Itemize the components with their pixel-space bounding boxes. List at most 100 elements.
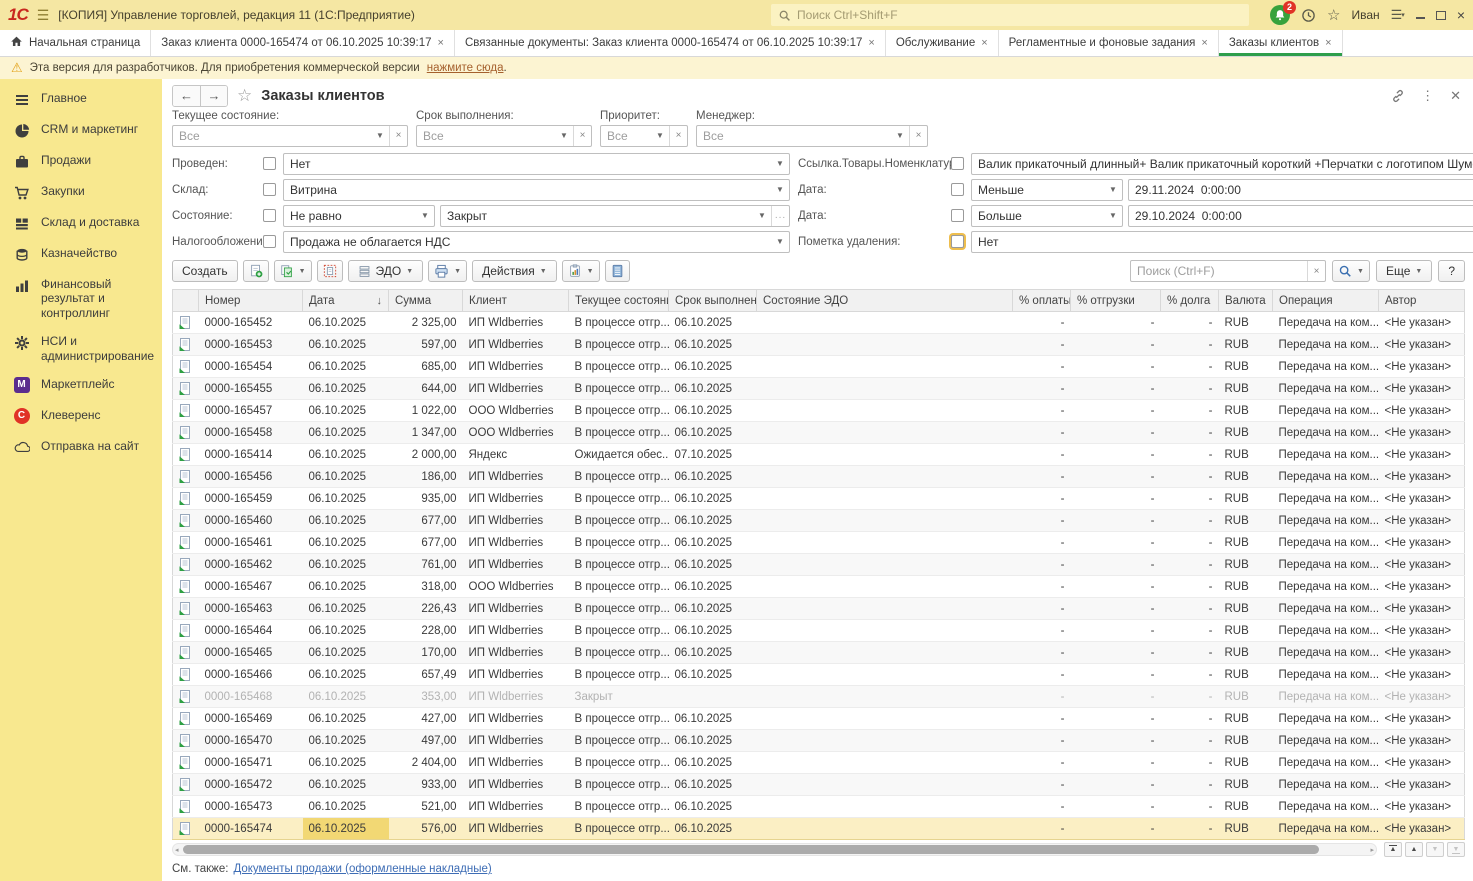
cell-date[interactable]: 06.10.2025 (303, 334, 389, 356)
cell-ship[interactable]: - (1071, 818, 1161, 840)
cell-sum[interactable]: 2 325,00 (389, 312, 463, 334)
cell-debt[interactable]: - (1161, 598, 1219, 620)
cell-ship[interactable]: - (1071, 774, 1161, 796)
cell-due[interactable]: 06.10.2025 (669, 488, 757, 510)
cell-number[interactable]: 0000-165466 (199, 664, 303, 686)
tab-4[interactable]: Регламентные и фоновые задания× (999, 30, 1219, 56)
cell-debt[interactable]: - (1161, 532, 1219, 554)
cell-state[interactable]: В процессе отгр... (569, 554, 669, 576)
column-header-10[interactable]: % долга (1161, 290, 1219, 312)
filter-current-state-field[interactable]: Все ▼ × (172, 125, 408, 147)
table-row[interactable]: 0000-16547106.10.20252 404,00ИП Wldberri… (173, 752, 1465, 774)
cell-date[interactable]: 06.10.2025 (303, 752, 389, 774)
system-menu-icon[interactable]: ☰ (37, 7, 50, 24)
cell-state[interactable]: В процессе отгр... (569, 334, 669, 356)
sidebar-item-cleverence[interactable]: CКлеверенс (0, 401, 162, 432)
cell-edo[interactable] (757, 576, 1013, 598)
cell-due[interactable]: 06.10.2025 (669, 796, 757, 818)
cell-currency[interactable]: RUB (1219, 642, 1273, 664)
filter-due-date-field[interactable]: Все ▼ × (416, 125, 592, 147)
table-row[interactable]: 0000-16541406.10.20252 000,00ЯндексОжида… (173, 444, 1465, 466)
cell-pay[interactable]: - (1013, 752, 1071, 774)
cell-author[interactable]: <Не указан> (1379, 466, 1465, 488)
sidebar-item-gear[interactable]: НСИ и администрирование (0, 327, 162, 370)
cell-debt[interactable]: - (1161, 422, 1219, 444)
chevron-down-icon[interactable]: ▼ (416, 206, 434, 226)
filter-state-op-field[interactable]: Не равно ▼ (283, 205, 435, 227)
cell-state[interactable]: В процессе отгр... (569, 730, 669, 752)
cell-currency[interactable]: RUB (1219, 730, 1273, 752)
cell-debt[interactable]: - (1161, 554, 1219, 576)
cell-state[interactable]: В процессе отгр... (569, 356, 669, 378)
cell-operation[interactable]: Передача на ком... (1273, 510, 1379, 532)
chevron-down-icon[interactable]: ▼ (371, 126, 389, 146)
cell-author[interactable]: <Не указан> (1379, 312, 1465, 334)
cell-author[interactable]: <Не указан> (1379, 356, 1465, 378)
cell-client[interactable]: ИП Wldberries (463, 664, 569, 686)
cell-author[interactable]: <Не указан> (1379, 642, 1465, 664)
cell-due[interactable]: 06.10.2025 (669, 312, 757, 334)
cell-date[interactable]: 06.10.2025 (303, 532, 389, 554)
cell-due[interactable]: 06.10.2025 (669, 818, 757, 840)
cell-edo[interactable] (757, 466, 1013, 488)
cell-pay[interactable]: - (1013, 444, 1071, 466)
cell-pay[interactable]: - (1013, 378, 1071, 400)
cell-due[interactable]: 06.10.2025 (669, 554, 757, 576)
cell-operation[interactable]: Передача на ком... (1273, 422, 1379, 444)
table-row[interactable]: 0000-16546906.10.2025427,00ИП Wldberries… (173, 708, 1465, 730)
cell-client[interactable]: ИП Wldberries (463, 488, 569, 510)
cell-edo[interactable] (757, 752, 1013, 774)
cell-debt[interactable]: - (1161, 356, 1219, 378)
cell-debt[interactable]: - (1161, 642, 1219, 664)
cell-date[interactable]: 06.10.2025 (303, 774, 389, 796)
cell-ship[interactable]: - (1071, 532, 1161, 554)
cell-due[interactable]: 06.10.2025 (669, 510, 757, 532)
cell-operation[interactable]: Передача на ком... (1273, 664, 1379, 686)
cell-currency[interactable]: RUB (1219, 334, 1273, 356)
cell-client[interactable]: ИП Wldberries (463, 466, 569, 488)
cell-author[interactable]: <Не указан> (1379, 796, 1465, 818)
cell-ship[interactable]: - (1071, 598, 1161, 620)
cell-due[interactable]: 06.10.2025 (669, 598, 757, 620)
cell-debt[interactable]: - (1161, 312, 1219, 334)
cell-debt[interactable]: - (1161, 774, 1219, 796)
cell-due[interactable]: 06.10.2025 (669, 378, 757, 400)
cell-operation[interactable]: Передача на ком... (1273, 730, 1379, 752)
close-form-button[interactable]: ✕ (1450, 88, 1461, 104)
close-icon[interactable]: × (438, 37, 444, 49)
cell-client[interactable]: ИП Wldberries (463, 708, 569, 730)
tab-2[interactable]: Связанные документы: Заказ клиента 0000-… (455, 30, 886, 56)
cell-client[interactable]: ООО Wldberries (463, 576, 569, 598)
cell-client[interactable]: ИП Wldberries (463, 532, 569, 554)
help-button[interactable]: ? (1438, 260, 1465, 282)
cell-author[interactable]: <Не указан> (1379, 620, 1465, 642)
row-down-button[interactable]: ▼ (1426, 842, 1444, 857)
cell-operation[interactable]: Передача на ком... (1273, 708, 1379, 730)
cell-ship[interactable]: - (1071, 422, 1161, 444)
cell-edo[interactable] (757, 356, 1013, 378)
cell-debt[interactable]: - (1161, 576, 1219, 598)
cell-currency[interactable]: RUB (1219, 488, 1273, 510)
cell-sum[interactable]: 677,00 (389, 532, 463, 554)
cell-due[interactable]: 06.10.2025 (669, 334, 757, 356)
cell-due[interactable]: 06.10.2025 (669, 774, 757, 796)
cell-due[interactable]: 06.10.2025 (669, 642, 757, 664)
table-row[interactable]: 0000-16547306.10.2025521,00ИП Wldberries… (173, 796, 1465, 818)
chevron-down-icon[interactable]: ▼ (771, 154, 789, 174)
cell-edo[interactable] (757, 774, 1013, 796)
cell-number[interactable]: 0000-165453 (199, 334, 303, 356)
cell-pay[interactable]: - (1013, 488, 1071, 510)
cell-pay[interactable]: - (1013, 598, 1071, 620)
more-button[interactable]: Еще ▼ (1376, 260, 1432, 282)
cell-date[interactable]: 06.10.2025 (303, 444, 389, 466)
cell-date[interactable]: 06.10.2025 (303, 620, 389, 642)
chevron-down-icon[interactable]: ▼ (891, 126, 909, 146)
cell-number[interactable]: 0000-165458 (199, 422, 303, 444)
filter-date-greater-op-field[interactable]: Больше ▼ (971, 205, 1123, 227)
cell-edo[interactable] (757, 620, 1013, 642)
cell-author[interactable]: <Не указан> (1379, 554, 1465, 576)
cell-currency[interactable]: RUB (1219, 510, 1273, 532)
cell-author[interactable]: <Не указан> (1379, 686, 1465, 708)
cell-date[interactable]: 06.10.2025 (303, 686, 389, 708)
cell-operation[interactable]: Передача на ком... (1273, 774, 1379, 796)
